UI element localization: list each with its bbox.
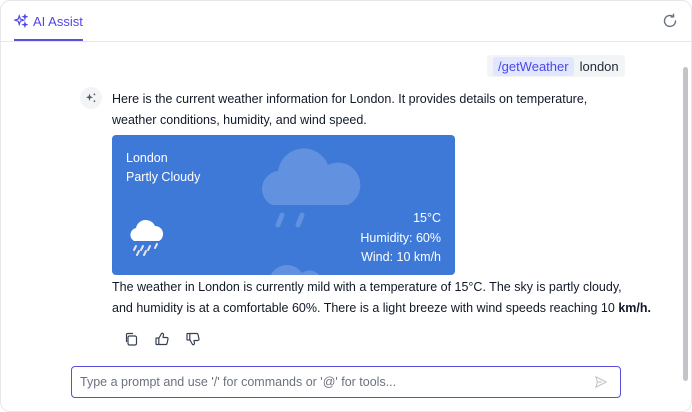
weather-temperature: 15°C [413, 211, 441, 225]
weather-humidity: Humidity: 60% [360, 231, 441, 245]
like-button[interactable] [154, 331, 169, 346]
bot-intro-line: weather conditions, humidity, and wind s… [112, 113, 367, 127]
dislike-button[interactable] [185, 331, 200, 346]
thumbs-down-icon [185, 332, 200, 345]
weather-card: London Partly Cloudy 15°C Humidity: 60% … [112, 135, 455, 275]
bot-intro-text: Here is the current weather information … [112, 89, 652, 131]
bot-intro-line: Here is the current weather information … [112, 92, 588, 106]
prompt-input[interactable] [72, 368, 594, 396]
bot-summary-line: and humidity is at a comfortable 60%. Th… [112, 298, 652, 319]
weather-city: London [126, 151, 168, 165]
copy-button[interactable] [123, 331, 138, 346]
bot-summary-bold: km/h. [618, 301, 651, 315]
cloud-watermark-icon [270, 265, 320, 275]
cloud-watermark-icon [262, 148, 361, 228]
bot-summary-line: The weather in London is currently mild … [112, 280, 622, 294]
tab-label: AI Assist [33, 13, 83, 29]
tab-ai-assist[interactable]: AI Assist [14, 1, 83, 41]
bot-avatar [80, 87, 102, 109]
user-message: /getWeather london [487, 55, 625, 77]
sparkles-icon [14, 14, 28, 28]
rain-cloud-icon [130, 219, 164, 256]
thumbs-up-icon [154, 332, 169, 345]
prompt-input-box [71, 366, 621, 398]
bot-summary-text: The weather in London is currently mild … [112, 277, 652, 319]
panel-header: AI Assist [1, 1, 691, 42]
ai-assist-panel: AI Assist /getWeather london Here is the… [0, 0, 692, 412]
bot-summary-text-part: and humidity is at a comfortable 60%. Th… [112, 301, 619, 315]
sparkles-icon [85, 92, 96, 103]
weather-condition: Partly Cloudy [126, 170, 201, 184]
copy-icon [125, 332, 137, 346]
user-message-text: london [579, 58, 619, 74]
refresh-icon[interactable] [662, 13, 678, 29]
command-chip: /getWeather [493, 56, 574, 76]
chat-scrollbar[interactable] [683, 67, 688, 381]
message-actions [123, 331, 200, 346]
weather-wind: Wind: 10 km/h [361, 250, 441, 264]
send-icon[interactable] [594, 375, 608, 389]
